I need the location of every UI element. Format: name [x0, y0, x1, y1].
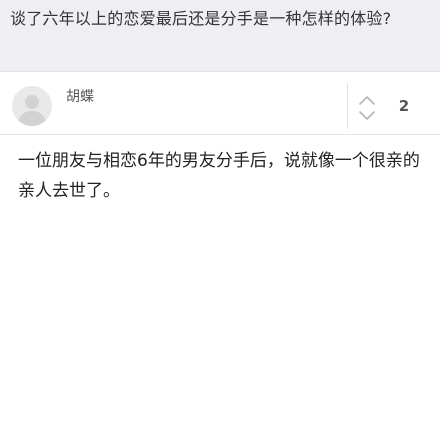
- question-title[interactable]: 谈了六年以上的恋爱最后还是分手是一种怎样的体验?: [10, 7, 430, 31]
- vote-arrows-icon[interactable]: [358, 93, 376, 123]
- vote-count: 2: [398, 97, 410, 115]
- answer-author-bar: 胡蝶 2: [0, 73, 440, 135]
- answer-page: 谈了六年以上的恋爱最后还是分手是一种怎样的体验? 胡蝶 2 一位朋友与相恋6年的…: [0, 0, 440, 440]
- default-avatar-icon[interactable]: [12, 86, 52, 126]
- answer-content: 一位朋友与相恋6年的男友分手后，说就像一个很亲的亲人去世了。: [18, 151, 420, 201]
- question-header[interactable]: 谈了六年以上的恋爱最后还是分手是一种怎样的体验?: [0, 0, 440, 72]
- vote-divider: [347, 83, 348, 129]
- author-name[interactable]: 胡蝶: [66, 87, 94, 107]
